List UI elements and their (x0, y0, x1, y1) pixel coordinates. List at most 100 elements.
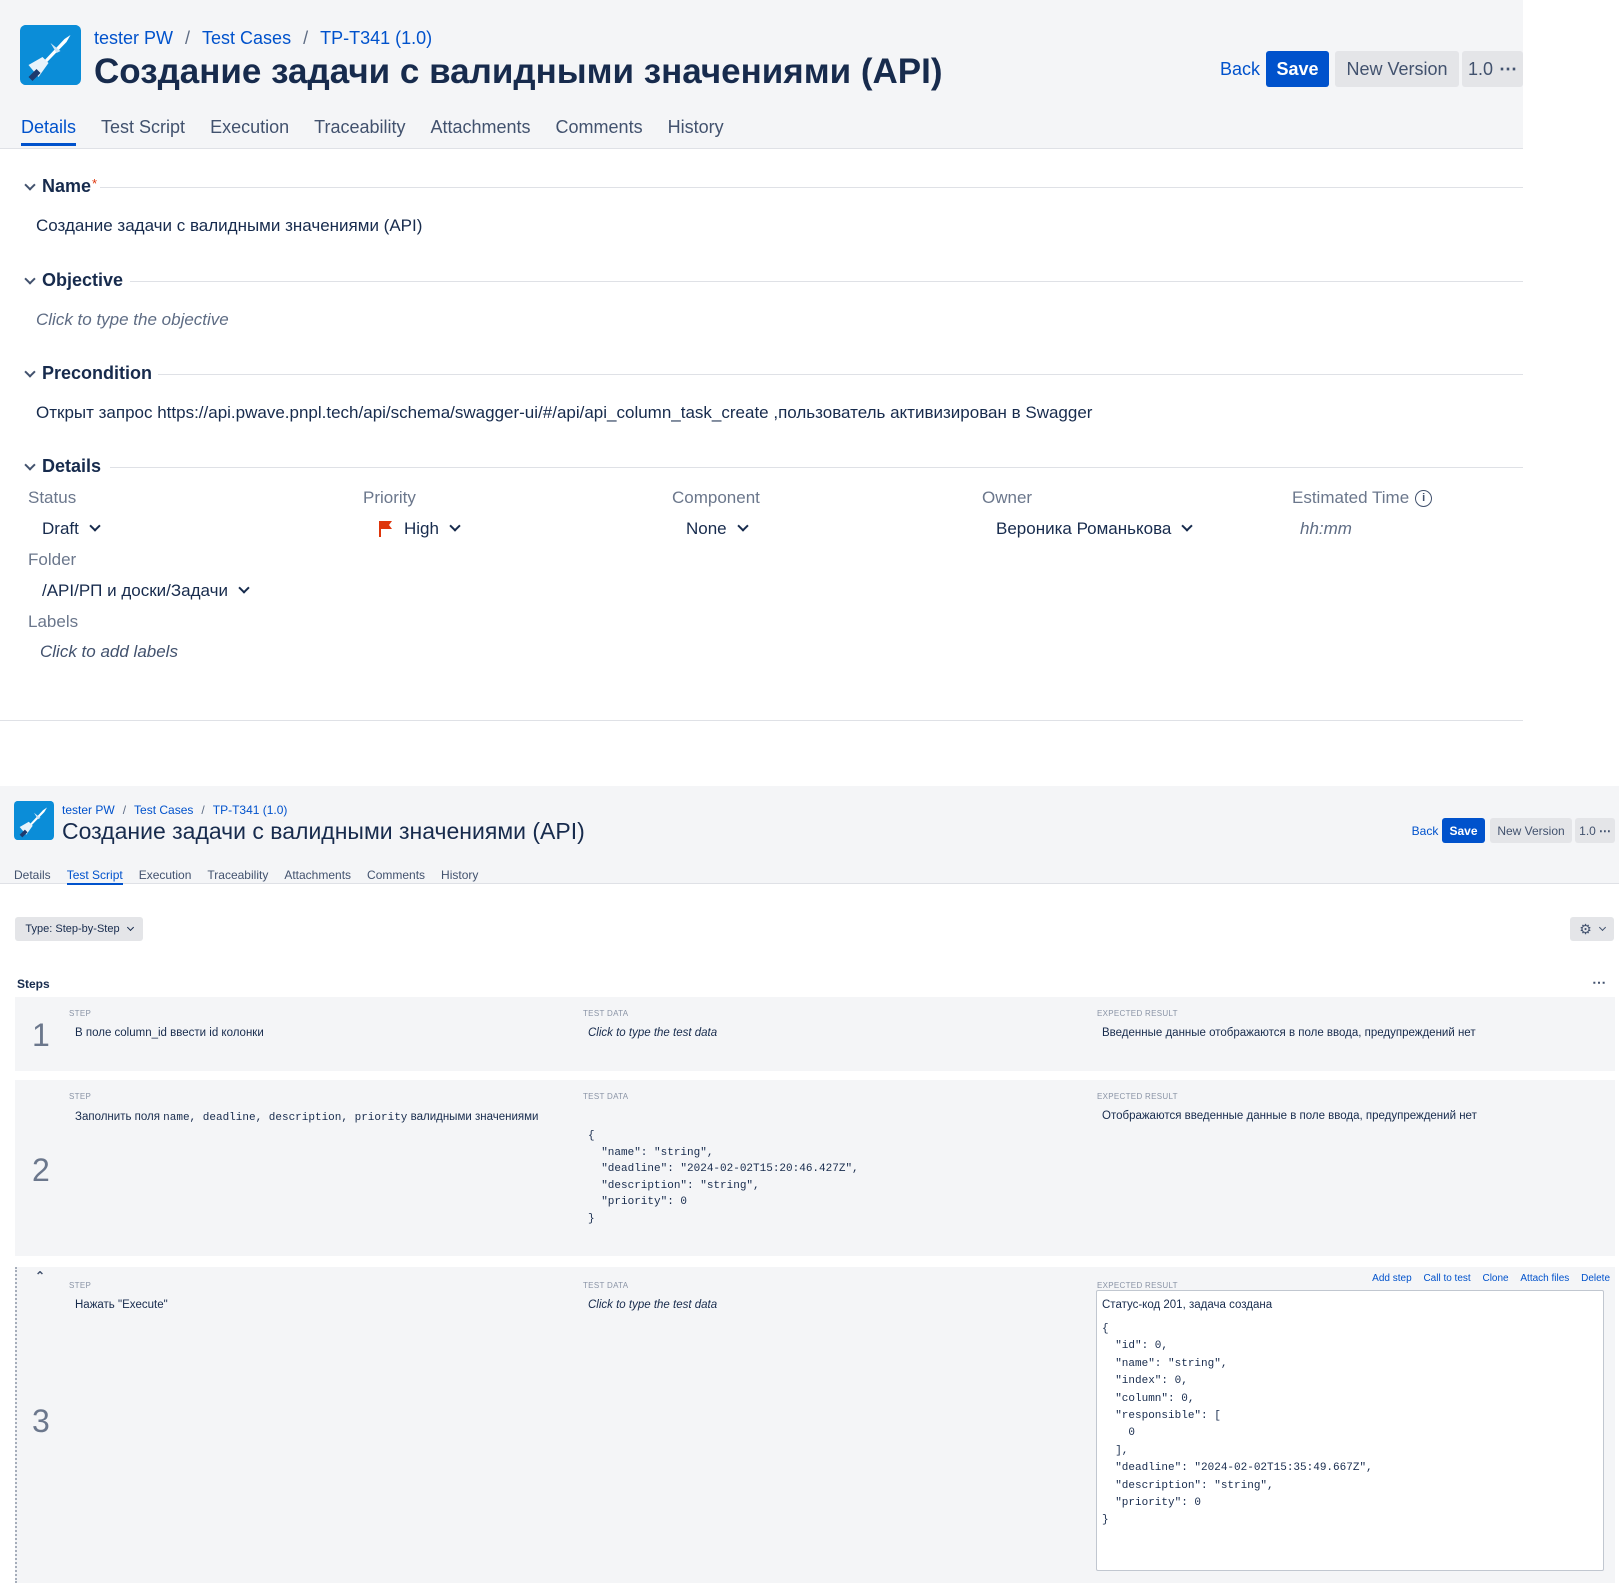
page-title: Создание задачи с валидными значениями (… (62, 818, 585, 844)
owner-dropdown[interactable]: Вероника Романькова (996, 519, 1194, 539)
name-field[interactable]: Создание задачи с валидными значениями (… (36, 216, 422, 236)
script-type-label: Type: Step-by-Step (25, 923, 120, 935)
tab-execution[interactable]: Execution (210, 117, 289, 138)
owner-value: Вероника Романькова (996, 519, 1172, 538)
tab-test-script[interactable]: Test Script (66, 868, 123, 885)
tab-test-script[interactable]: Test Script (101, 117, 185, 138)
step-column-label: STEP (69, 1009, 92, 1018)
status-dropdown[interactable]: Draft (42, 519, 101, 539)
estimated-time-input[interactable]: hh:mm (1300, 519, 1352, 539)
save-button[interactable]: Save (1266, 51, 1329, 87)
tab-comments[interactable]: Comments (367, 868, 425, 882)
tab-traceability[interactable]: Traceability (314, 117, 405, 138)
flag-icon (379, 521, 392, 537)
step-row[interactable]: 2 STEP Заполнить поля name, deadline, de… (15, 1080, 1615, 1256)
test-data-column-label: TEST DATA (583, 1092, 629, 1101)
name-label: Name (42, 176, 92, 196)
breadcrumb-test-cases[interactable]: Test Cases (134, 803, 193, 817)
new-version-button[interactable]: New Version (1335, 51, 1459, 87)
component-value: None (686, 519, 727, 538)
tab-history[interactable]: History (668, 117, 724, 138)
tab-details[interactable]: Details (14, 868, 51, 882)
attach-files-link[interactable]: Attach files (1520, 1273, 1569, 1284)
tab-bar: Details Test Script Execution Traceabili… (21, 117, 724, 146)
step-row[interactable]: 1 STEP В поле column_id ввести id колонк… (15, 997, 1615, 1071)
breadcrumb: tester PW / Test Cases / TP-T341 (1.0) (62, 803, 288, 817)
objective-section-toggle[interactable]: Objective (24, 270, 124, 291)
save-button[interactable]: Save (1442, 818, 1485, 843)
call-to-test-link[interactable]: Call to test (1423, 1273, 1470, 1284)
labels-label: Labels (28, 612, 79, 631)
required-marker: * (92, 176, 98, 191)
step-description[interactable]: В поле column_id ввести id колонки (75, 1027, 264, 1039)
breadcrumb-test-cases[interactable]: Test Cases (202, 28, 291, 48)
tab-attachments[interactable]: Attachments (284, 868, 351, 882)
section-divider (130, 281, 1523, 282)
chevron-down-icon (126, 923, 134, 932)
objective-label: Objective (42, 270, 124, 290)
step-row[interactable]: ⌃ 3 STEP Нажать "Execute" TEST DATA Clic… (15, 1267, 1615, 1583)
breadcrumb-project[interactable]: tester PW (62, 803, 115, 817)
test-data-field[interactable]: Click to type the test data (588, 1299, 717, 1311)
expected-result-field[interactable]: Введенные данные отображаются в поле вво… (1102, 1027, 1476, 1039)
clone-link[interactable]: Clone (1482, 1273, 1508, 1284)
objective-field[interactable]: Click to type the objective (36, 310, 229, 330)
chevron-down-icon (1181, 520, 1194, 532)
project-logo-icon (20, 25, 81, 85)
settings-dropdown[interactable]: ⚙ (1570, 917, 1614, 941)
delete-link[interactable]: Delete (1581, 1273, 1610, 1284)
chevron-down-icon (1598, 923, 1606, 932)
more-icon: ⋯ (1499, 58, 1518, 79)
page-title: Создание задачи с валидными значениями (… (94, 52, 943, 91)
step-column-label: STEP (69, 1092, 92, 1101)
folder-dropdown[interactable]: /API/РП и доски/Задачи (42, 581, 250, 601)
breadcrumb-test-case-key[interactable]: TP-T341 (1.0) (320, 28, 432, 48)
test-data-column-label: TEST DATA (583, 1009, 629, 1018)
details-section-toggle[interactable]: Details (24, 456, 101, 477)
step-description[interactable]: Заполнить поля name, deadline, descripti… (75, 1110, 538, 1127)
priority-dropdown[interactable]: High (378, 519, 461, 539)
script-type-dropdown[interactable]: Type: Step-by-Step (15, 917, 143, 941)
section-divider (110, 467, 1523, 468)
page-header: tester PW / Test Cases / TP-T341 (1.0) Созда… (0, 786, 1619, 885)
labels-input[interactable]: Click to add labels (40, 642, 178, 662)
tab-traceability[interactable]: Traceability (207, 868, 268, 882)
steps-more-icon[interactable]: ⋯ (1592, 974, 1606, 991)
section-divider (100, 187, 1523, 188)
folder-label: Folder (28, 550, 77, 569)
back-button[interactable]: Back (1220, 51, 1260, 87)
expected-result-field[interactable]: Отображаются введенные данные в поле вво… (1102, 1110, 1477, 1122)
back-button[interactable]: Back (1410, 818, 1440, 843)
test-data-column-label: TEST DATA (583, 1281, 629, 1290)
add-step-link[interactable]: Add step (1372, 1273, 1411, 1284)
status-value: Draft (42, 519, 79, 538)
tab-attachments[interactable]: Attachments (431, 117, 531, 138)
tab-details[interactable]: Details (21, 117, 77, 146)
precondition-field[interactable]: Открыт запрос https://api.pwave.pnpl.tec… (36, 403, 1092, 423)
test-data-field[interactable]: { "name": "string", "deadline": "2024-02… (588, 1128, 859, 1227)
version-menu-button[interactable]: 1.0 ⋯ (1575, 818, 1615, 843)
version-menu-button[interactable]: 1.0 ⋯ (1462, 51, 1523, 87)
step-column-label: STEP (69, 1281, 92, 1290)
breadcrumb-test-case-key[interactable]: TP-T341 (1.0) (213, 803, 288, 817)
tab-bar: Details Test Script Execution Traceabili… (14, 868, 478, 885)
step-description[interactable]: Нажать "Execute" (75, 1299, 168, 1311)
expected-result-status: Статус-код 201, задача создана (1102, 1299, 1273, 1311)
collapse-up-icon[interactable]: ⌃ (35, 1269, 45, 1283)
breadcrumb-project[interactable]: tester PW (94, 28, 173, 48)
name-section-toggle[interactable]: Name * (24, 176, 98, 197)
test-data-field[interactable]: Click to type the test data (588, 1027, 717, 1039)
expected-result-column-label: EXPECTED RESULT (1097, 1092, 1178, 1101)
component-dropdown[interactable]: None (686, 519, 749, 539)
new-version-button[interactable]: New Version (1490, 818, 1572, 843)
section-divider (158, 374, 1523, 375)
tab-history[interactable]: History (441, 868, 478, 882)
drag-handle[interactable] (15, 1267, 21, 1583)
tab-comments[interactable]: Comments (556, 117, 643, 138)
precondition-section-toggle[interactable]: Precondition (24, 363, 152, 384)
gear-icon: ⚙ (1579, 920, 1592, 937)
status-label: Status (28, 488, 77, 507)
expected-result-editor[interactable]: Статус-код 201, задача создана { "id": 0… (1096, 1290, 1604, 1571)
page-header: tester PW / Test Cases / TP-T341 (1.0) Созда… (0, 0, 1523, 149)
tab-execution[interactable]: Execution (139, 868, 192, 882)
